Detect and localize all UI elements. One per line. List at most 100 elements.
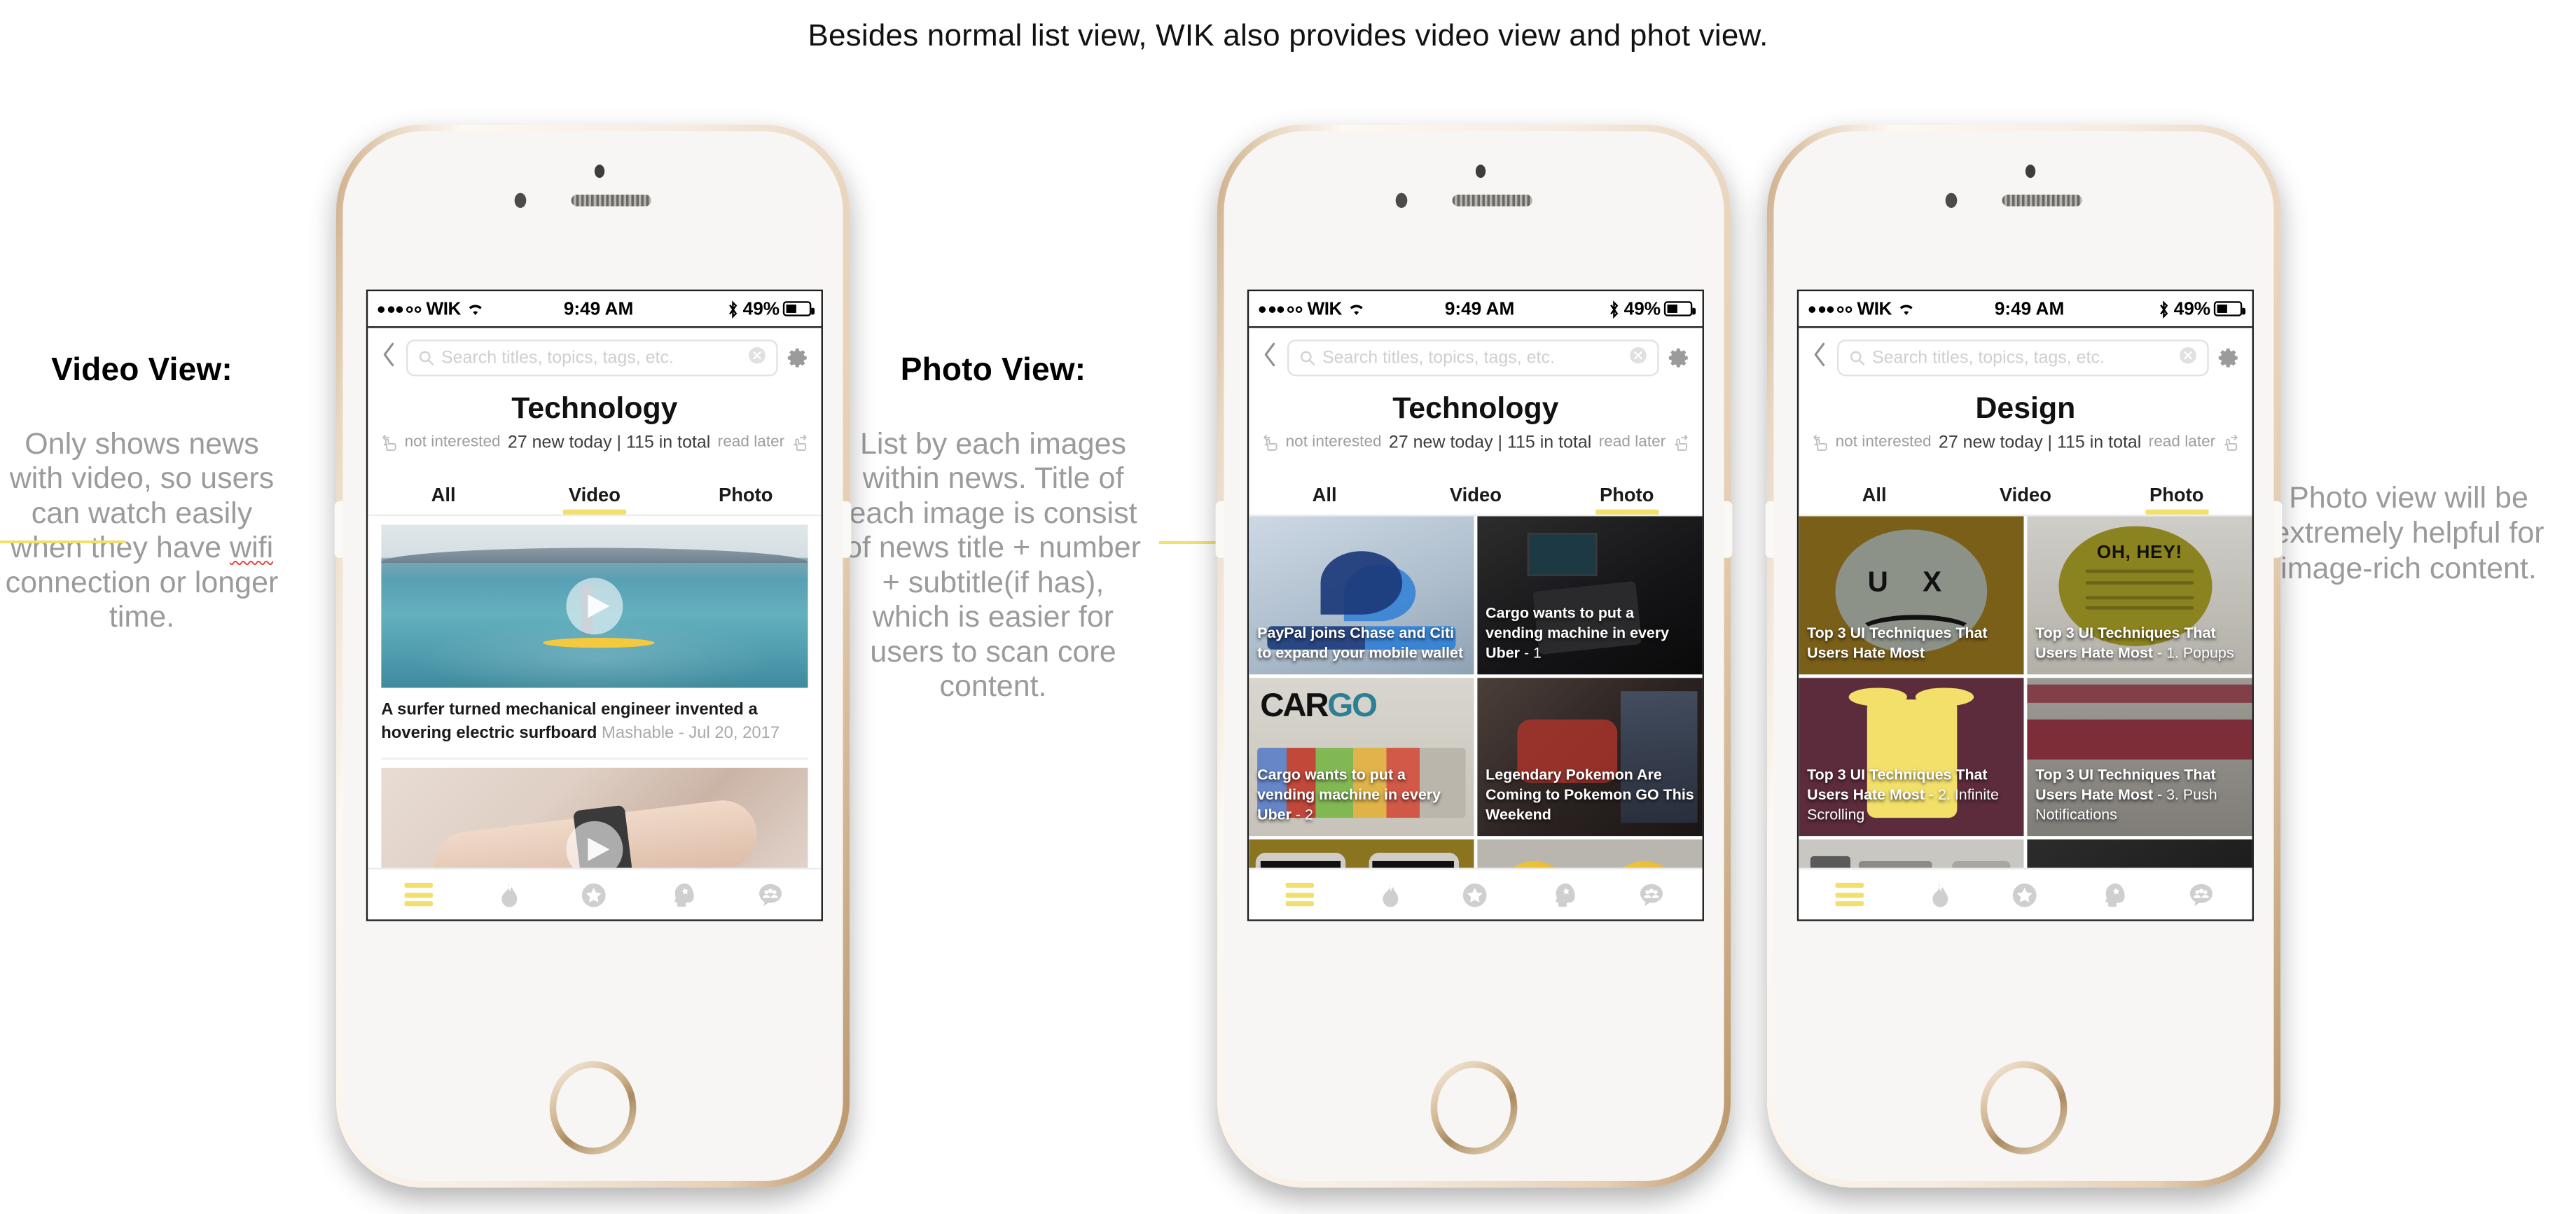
tab-video[interactable]: Video [1950,486,2101,514]
tab-photo[interactable]: Photo [1551,486,1703,515]
signal-strength [378,305,422,312]
star-icon[interactable] [1462,880,1490,908]
tab-bar-item-list[interactable] [404,882,433,907]
back-button[interactable] [1261,340,1279,375]
star-icon[interactable] [2011,880,2040,908]
phone-side-button-left[interactable] [1765,501,1774,558]
video-feed[interactable]: A surfer turned mechanical engineer inve… [368,516,822,868]
not-interested-action[interactable]: not interested [1261,433,1382,453]
tab-bar-item-flame[interactable] [1373,880,1401,908]
phone-side-button-right[interactable] [2273,501,2283,558]
tab-bar-item-list[interactable] [1285,882,1314,907]
photo-grid[interactable]: PayPal joins Chase and Citi to expand yo… [1249,516,1703,868]
community-icon[interactable] [1637,880,1666,908]
tab-bar-item-community[interactable] [1637,880,1666,908]
photo-tile[interactable] [1799,839,2024,868]
settings-button[interactable] [2217,347,2241,370]
tab-video[interactable]: Video [519,486,670,515]
brain-head-icon[interactable] [668,880,696,908]
article-thumbnail[interactable] [381,524,808,688]
photo-tile[interactable]: CARGO Cargo wants to put a vending machi… [1249,678,1474,837]
search-input[interactable]: Search titles, topics, tags, etc. [406,340,778,377]
flame-icon[interactable] [1373,880,1401,908]
article-thumbnail[interactable] [381,767,808,868]
search-clear-button[interactable] [1629,343,1647,373]
gear-icon[interactable] [1668,347,1691,370]
settings-button[interactable] [1668,347,1691,370]
tab-photo[interactable]: Photo [670,486,822,514]
tab-photo[interactable]: Photo [2101,486,2252,515]
brain-head-icon[interactable] [1549,880,1577,908]
tab-bar-item-star[interactable] [1462,880,1490,908]
search-input[interactable]: Search titles, topics, tags, etc. [1836,340,2209,377]
flame-icon[interactable] [1923,880,1951,908]
tab-bar-item-list[interactable] [1835,882,1864,907]
tab-all[interactable]: All [1249,486,1400,514]
phone-side-button-right[interactable] [1724,501,1733,558]
tab-bar-item-star[interactable] [581,880,609,908]
phone-side-button-left[interactable] [1215,501,1224,558]
clear-circle-icon[interactable] [748,347,766,365]
photo-tile[interactable]: PayPal joins Chase and Citi to expand yo… [1249,516,1474,675]
home-button[interactable] [549,1061,637,1154]
category-title: Technology [1392,391,1559,425]
settings-button[interactable] [787,347,810,370]
photo-tile[interactable] [1249,839,1474,868]
back-button[interactable] [380,340,398,375]
phone-side-button-right[interactable] [843,501,852,558]
not-interested-action[interactable]: not interested [1810,433,1932,453]
chevron-left-icon[interactable] [1261,340,1279,367]
read-later-action[interactable]: read later [718,433,810,453]
list-icon[interactable] [1835,882,1864,907]
tab-bar-item-brain-head[interactable] [668,880,696,908]
article-card[interactable]: This prosthetic is an extra thumb you ne… [368,760,821,868]
photo-tile[interactable]: U X Top 3 UI Techniques That Users Hate … [1799,516,2024,675]
tab-bar-item-star[interactable] [2011,880,2040,908]
tab-bar-item-brain-head[interactable] [2099,880,2127,908]
clear-circle-icon[interactable] [2179,347,2197,365]
tab-all[interactable]: All [368,486,519,514]
search-clear-button[interactable] [748,343,766,373]
photo-tile[interactable] [2027,839,2252,868]
not-interested-action[interactable]: not interested [380,433,501,453]
tab-bar-item-brain-head[interactable] [1549,880,1577,908]
back-button[interactable] [1810,340,1829,375]
photo-tile[interactable]: Top 3 UI Techniques That Users Hate Most… [1799,678,2024,837]
tab-bar-item-flame[interactable] [492,880,520,908]
tab-bar-item-flame[interactable] [1923,880,1951,908]
star-icon[interactable] [581,880,609,908]
list-icon[interactable] [1285,882,1314,907]
bottom-tab-bar [1799,867,2252,920]
photo-grid[interactable]: U X Top 3 UI Techniques That Users Hate … [1799,516,2252,868]
community-icon[interactable] [756,880,784,908]
search-clear-button[interactable] [2179,343,2197,373]
list-icon[interactable] [404,882,433,907]
play-button-icon[interactable] [566,578,623,635]
community-icon[interactable] [2187,880,2215,908]
photo-tile[interactable]: Top 3 UI Techniques That Users Hate Most… [2027,678,2252,837]
read-later-action[interactable]: read later [2149,433,2241,453]
read-later-action[interactable]: read later [1599,433,1691,453]
search-input[interactable]: Search titles, topics, tags, etc. [1287,340,1659,377]
gear-icon[interactable] [787,347,810,370]
chevron-left-icon[interactable] [380,340,398,367]
photo-tile[interactable]: OH, HEY! Top 3 UI Techniques That Users … [2027,516,2252,675]
article-card[interactable]: A surfer turned mechanical engineer inve… [368,516,821,760]
phone-side-button-left[interactable] [334,501,343,558]
photo-tile[interactable]: Cargo wants to put a vending machine in … [1477,516,1703,675]
photo-caption-subtitle: - 1. Popups [2153,644,2234,662]
tab-bar-item-community[interactable] [2187,880,2215,908]
flame-icon[interactable] [492,880,520,908]
chevron-left-icon[interactable] [1810,340,1829,367]
tab-video[interactable]: Video [1400,486,1551,514]
home-button[interactable] [1430,1061,1518,1154]
brain-head-icon[interactable] [2099,880,2127,908]
photo-tile[interactable]: Legendary Pokemon Are Coming to Pokemon … [1477,678,1703,837]
swipe-left-hand-icon [1263,434,1277,451]
gear-icon[interactable] [2217,347,2241,370]
clear-circle-icon[interactable] [1629,347,1647,365]
tab-all[interactable]: All [1799,486,1950,514]
home-button[interactable] [1980,1061,2068,1154]
photo-tile[interactable] [1477,839,1703,868]
tab-bar-item-community[interactable] [756,880,784,908]
